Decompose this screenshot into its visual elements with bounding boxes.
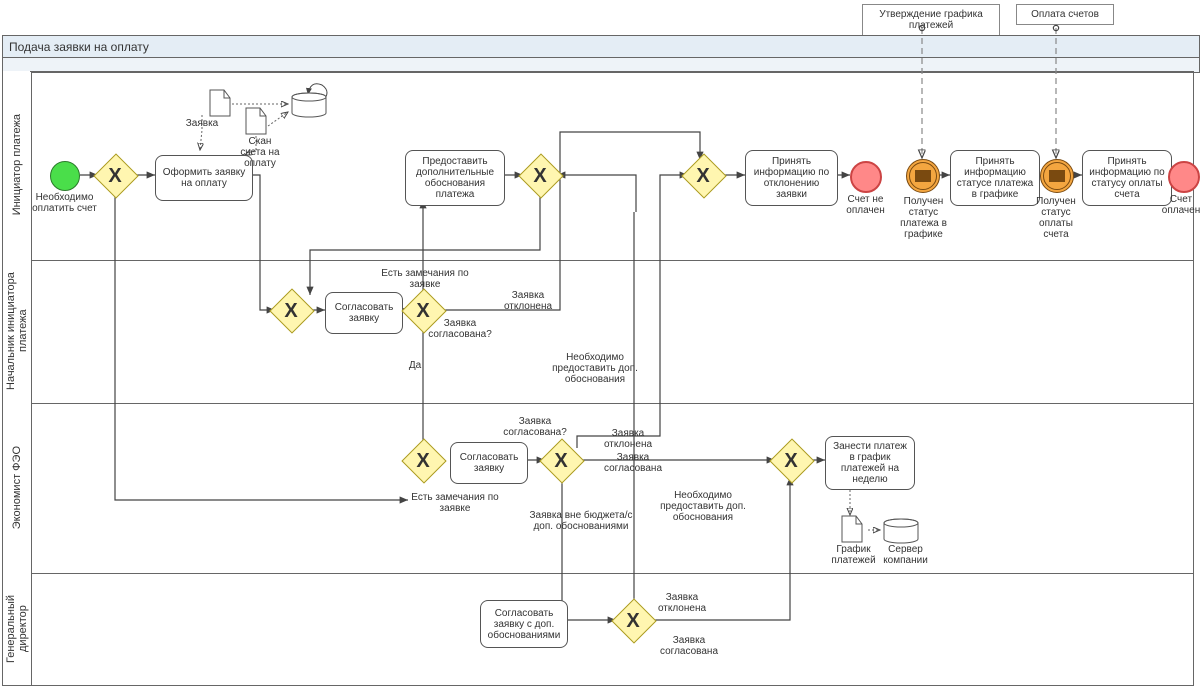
label-dir-rejected: Заявка отклонена — [652, 592, 712, 614]
end-event-paid-label: Счет оплачен — [1156, 194, 1200, 216]
document-icon-schedule — [840, 514, 864, 544]
label-eco-need-just: Необходимо предоставить доп. обоснования — [648, 490, 758, 523]
task-eco-enter-schedule: Занести платеж в график платежей на неде… — [825, 436, 915, 490]
label-eco-out-budget: Заявка вне бюджета/с доп. обоснованиями — [526, 510, 636, 532]
flow-connectors — [0, 0, 1200, 691]
label-sup-yes: Да — [405, 360, 425, 371]
label-eco-approved-q: Заявка согласована? — [500, 416, 570, 438]
gateway-rejection-merge: X — [688, 160, 718, 190]
end-event-not-paid-label: Счет не оплачен — [838, 194, 893, 216]
message-event-pay — [1040, 159, 1074, 193]
task-sup-approve: Согласовать заявку — [325, 292, 403, 334]
label-sup-approved-q: Заявка согласована? — [425, 318, 495, 340]
start-event — [50, 161, 80, 191]
label-sup-need-just: Необходимо предоставить доп. обоснования — [540, 352, 650, 385]
gateway-sup-in: X — [276, 295, 306, 325]
datastore-icon-server — [882, 518, 920, 544]
document-icon-scan — [244, 106, 268, 136]
label-eco-remarks: Есть замечания по заявке — [400, 492, 510, 514]
task-provide-justification: Предоставить дополнительные обоснования … — [405, 150, 505, 206]
end-event-paid — [1168, 161, 1200, 193]
label-sup-rejected: Заявка отклонена — [498, 290, 558, 312]
start-event-label: Необходимо оплатить счет — [32, 192, 97, 214]
task-dir-approve: Согласовать заявку с доп. обоснованиями — [480, 600, 568, 648]
end-event-not-paid — [850, 161, 882, 193]
message-event-pay-label: Получен статус оплаты счета — [1028, 196, 1084, 240]
label-sup-remarks: Есть замечания по заявке — [370, 268, 480, 290]
gateway-loop-in: X — [100, 160, 130, 190]
gateway-eco-merge: X — [776, 445, 806, 475]
document-icon-request — [208, 88, 232, 118]
gateway-eco-out: X — [546, 445, 576, 475]
message-event-schedule — [906, 159, 940, 193]
label-eco-approved: Заявка согласована — [598, 452, 668, 474]
task-accept-status-schedule: Принять информацию статусе платежа в гра… — [950, 150, 1040, 206]
gateway-eco-in: X — [408, 445, 438, 475]
message-event-schedule-label: Получен статус платежа в графике — [896, 196, 951, 240]
task-eco-approve: Согласовать заявку — [450, 442, 528, 484]
task-accept-rejection: Принять информацию по отклонению заявки — [745, 150, 838, 206]
document-label-schedule: График платежей — [826, 544, 881, 566]
gateway-justification-merge: X — [525, 160, 555, 190]
datastore-icon — [290, 92, 328, 118]
gateway-dir-out: X — [618, 605, 648, 635]
label-eco-rejected: Заявка отклонена — [598, 428, 658, 450]
label-dir-approved: Заявка согласована — [654, 635, 724, 657]
document-label-request: Заявка — [182, 118, 222, 129]
datastore-label-server: Сервер компании — [878, 544, 933, 566]
document-label-scan: Скан счета на оплату — [238, 136, 282, 169]
